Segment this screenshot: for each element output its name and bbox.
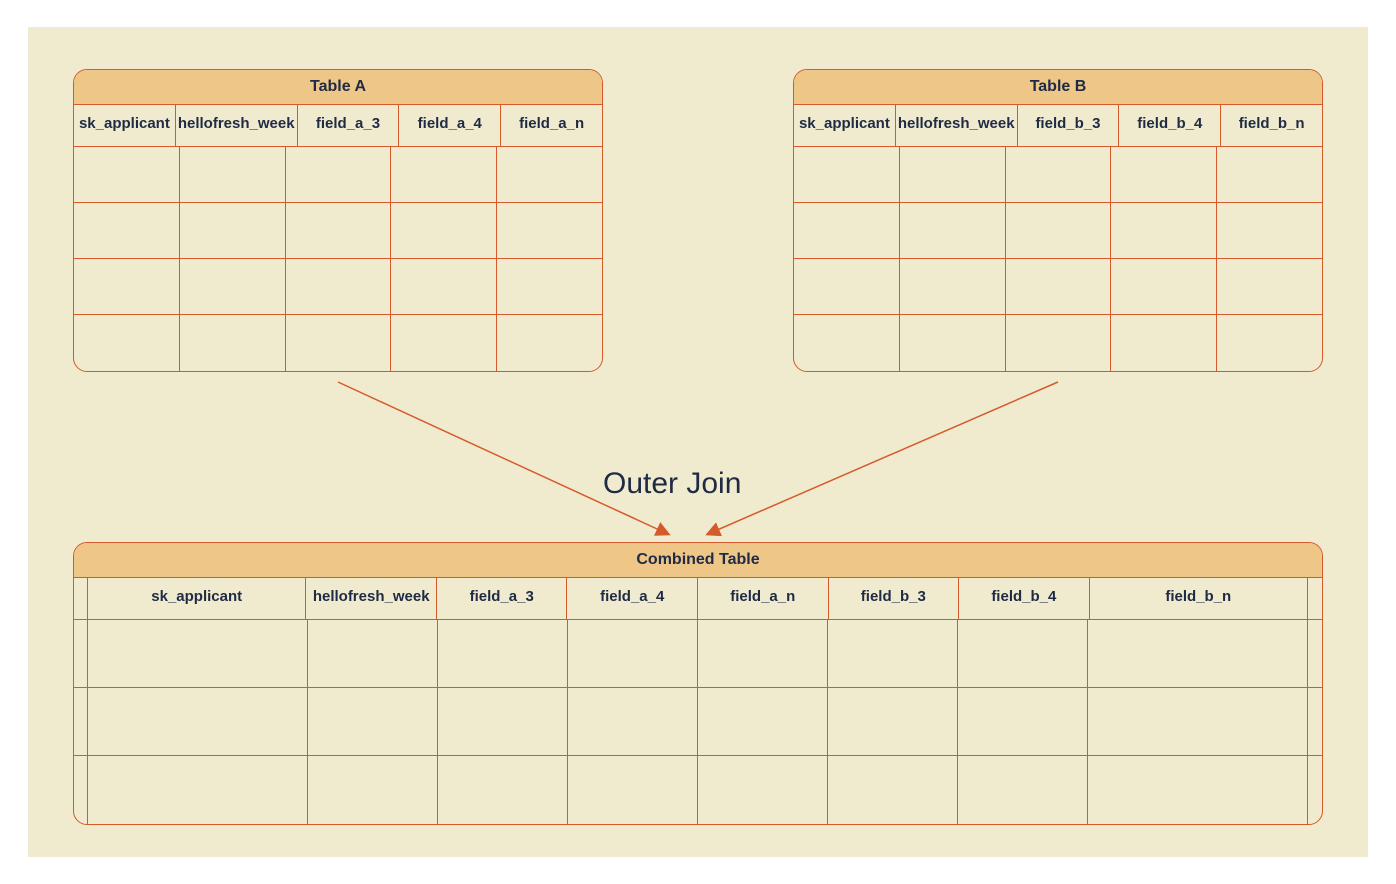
table-a-col-3: field_a_4 — [399, 105, 501, 146]
table-row — [794, 259, 1322, 315]
table-a-col-1: hellofresh_week — [176, 105, 298, 146]
table-b-header-row: sk_applicant hellofresh_week field_b_3 f… — [794, 105, 1322, 147]
table-a-col-2: field_a_3 — [298, 105, 400, 146]
diagram-canvas: Table A sk_applicant hellofresh_week fie… — [28, 27, 1368, 857]
table-combined-col-5: field_b_3 — [829, 578, 960, 619]
table-b: Table B sk_applicant hellofresh_week fie… — [793, 69, 1323, 372]
table-combined-col-7: field_b_n — [1090, 578, 1308, 619]
table-row — [794, 147, 1322, 203]
table-a-col-4: field_a_n — [501, 105, 602, 146]
table-combined-col-1: hellofresh_week — [306, 578, 437, 619]
table-a-col-0: sk_applicant — [74, 105, 176, 146]
table-b-title: Table B — [794, 70, 1322, 105]
table-row — [74, 203, 602, 259]
table-combined-col-pad-left — [74, 578, 88, 619]
join-label: Outer Join — [603, 467, 741, 501]
table-row — [794, 315, 1322, 371]
table-row — [74, 259, 602, 315]
table-a-title: Table A — [74, 70, 602, 105]
table-b-col-0: sk_applicant — [794, 105, 896, 146]
table-a: Table A sk_applicant hellofresh_week fie… — [73, 69, 603, 372]
table-row — [74, 147, 602, 203]
table-a-header-row: sk_applicant hellofresh_week field_a_3 f… — [74, 105, 602, 147]
table-combined-col-0: sk_applicant — [88, 578, 306, 619]
table-combined-title: Combined Table — [74, 543, 1322, 578]
table-b-col-3: field_b_4 — [1119, 105, 1221, 146]
table-combined-col-3: field_a_4 — [567, 578, 698, 619]
table-combined: Combined Table sk_applicant hellofresh_w… — [73, 542, 1323, 825]
table-row — [74, 315, 602, 371]
table-combined-header-row: sk_applicant hellofresh_week field_a_3 f… — [74, 578, 1322, 620]
table-row — [74, 688, 1322, 756]
table-row — [74, 756, 1322, 824]
table-combined-col-6: field_b_4 — [959, 578, 1090, 619]
table-row — [794, 203, 1322, 259]
table-row — [74, 620, 1322, 688]
table-b-col-1: hellofresh_week — [896, 105, 1018, 146]
table-b-col-2: field_b_3 — [1018, 105, 1120, 146]
table-combined-col-pad-right — [1308, 578, 1322, 619]
table-combined-col-4: field_a_n — [698, 578, 829, 619]
table-b-col-4: field_b_n — [1221, 105, 1322, 146]
table-combined-col-2: field_a_3 — [437, 578, 568, 619]
